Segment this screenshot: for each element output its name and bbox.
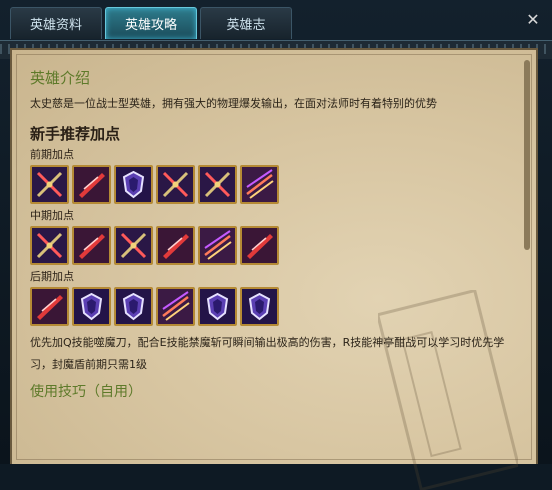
usage-title: 使用技巧（自用） [30, 384, 142, 400]
slash-skill-icon[interactable] [30, 287, 69, 326]
double-blade-skill-icon[interactable] [198, 226, 237, 265]
scrollbar[interactable] [524, 60, 530, 250]
slash-skill-icon[interactable] [72, 226, 111, 265]
cross-sword-skill-icon[interactable] [114, 226, 153, 265]
intro-title: 英雄介绍 [30, 69, 91, 87]
slash-skill-icon[interactable] [72, 165, 111, 204]
tab-hero-strategy[interactable]: 英雄攻略 [105, 7, 197, 39]
phase-label-mid: 中期加点 [30, 209, 74, 222]
cross-sword-skill-icon[interactable] [156, 165, 195, 204]
shield-skill-icon[interactable] [114, 165, 153, 204]
skills-title: 新手推荐加点 [30, 125, 121, 143]
double-blade-skill-icon[interactable] [156, 287, 195, 326]
shield-skill-icon[interactable] [240, 287, 279, 326]
skill-row-late [30, 287, 520, 326]
parchment-panel: 英雄介绍 太史慈是一位战士型英雄，拥有强大的物理爆发输出，在面对法师时有着特别的… [10, 48, 538, 490]
double-blade-skill-icon[interactable] [240, 165, 279, 204]
cross-sword-skill-icon[interactable] [198, 165, 237, 204]
hero-window: 英雄资料 英雄攻略 英雄志 ✕ 英雄介绍 太史慈是一位战士型英雄，拥有强大的物理… [0, 0, 552, 490]
tab-hero-info[interactable]: 英雄资料 [10, 7, 102, 39]
intro-text: 太史慈是一位战士型英雄，拥有强大的物理爆发输出，在面对法师时有着特别的优势 [30, 97, 437, 110]
tab-bar: 英雄资料 英雄攻略 英雄志 [10, 7, 292, 40]
shield-skill-icon[interactable] [72, 287, 111, 326]
slash-skill-icon[interactable] [240, 226, 279, 265]
skill-tip-text: 优先加Q技能噬魔刀，配合E技能禁魔斩可瞬间输出极高的伤害，R技能神亭酣战可以学习… [30, 336, 505, 371]
cross-sword-skill-icon[interactable] [30, 165, 69, 204]
phase-label-late: 后期加点 [30, 270, 74, 283]
shield-skill-icon[interactable] [198, 287, 237, 326]
slash-skill-icon[interactable] [156, 226, 195, 265]
content-area: 英雄介绍 太史慈是一位战士型英雄，拥有强大的物理爆发输出，在面对法师时有着特别的… [30, 68, 520, 402]
shield-skill-icon[interactable] [114, 287, 153, 326]
tab-hero-biography[interactable]: 英雄志 [200, 7, 292, 39]
cross-sword-skill-icon[interactable] [30, 226, 69, 265]
skill-row-mid [30, 226, 520, 265]
skill-row-early [30, 165, 520, 204]
close-icon[interactable]: ✕ [524, 10, 542, 29]
phase-label-early: 前期加点 [30, 148, 74, 161]
